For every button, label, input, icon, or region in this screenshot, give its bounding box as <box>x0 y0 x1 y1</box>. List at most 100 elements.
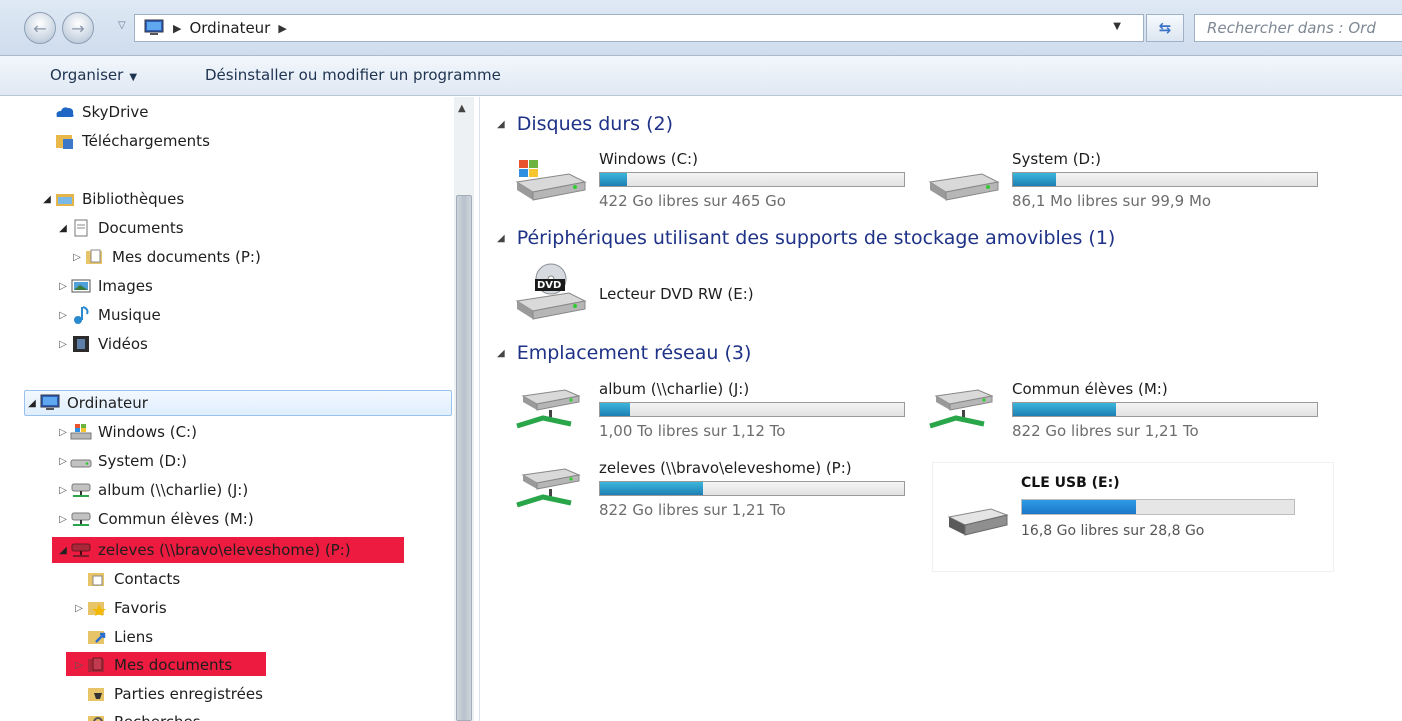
capacity-fill <box>1022 500 1137 514</box>
expand-closed-icon[interactable]: ▷ <box>56 456 70 467</box>
links-folder-icon <box>88 631 106 644</box>
expand-open-icon[interactable]: ◢ <box>25 398 39 409</box>
network-drive-icon <box>516 468 581 508</box>
drive-dvd-e[interactable]: DVD Lecteur DVD RW (E:) <box>513 263 893 325</box>
documents-folder-icon <box>88 657 104 672</box>
capacity-fill <box>1013 173 1056 186</box>
music-icon <box>74 306 89 324</box>
nav-item-album-j[interactable]: ▷ album (\\charlie) (J:) <box>56 477 248 503</box>
nav-item-images[interactable]: ▷ Images <box>56 273 153 299</box>
collapse-icon[interactable]: ◢ <box>497 233 505 244</box>
breadcrumb[interactable]: ▶ Ordinateur ▶ ▼ <box>134 14 1144 42</box>
hard-drive-icon <box>70 459 92 468</box>
breadcrumb-item-ordinateur[interactable]: Ordinateur <box>189 19 270 37</box>
forward-button[interactable]: → <box>62 12 94 44</box>
capacity-fill <box>600 403 631 416</box>
nav-item-videos[interactable]: ▷ Vidéos <box>56 331 148 357</box>
group-header-removable[interactable]: ◢ Périphériques utilisant des supports d… <box>497 227 1115 249</box>
nav-item-parties-enregistrees[interactable]: Parties enregistrées <box>72 681 263 707</box>
saved-games-folder-icon <box>88 688 104 701</box>
collapse-icon[interactable]: ◢ <box>497 348 505 359</box>
nav-label: Windows (C:) <box>98 423 197 441</box>
scroll-up-icon[interactable]: ▲ <box>458 103 466 114</box>
nav-item-commun-eleves-m[interactable]: ▷ Commun élèves (M:) <box>56 506 254 532</box>
nav-item-ordinateur[interactable]: ◢ Ordinateur <box>24 390 452 416</box>
expand-open-icon[interactable]: ◢ <box>56 545 70 556</box>
organize-label: Organiser <box>50 66 124 84</box>
nav-item-bibliotheques[interactable]: ◢ Bibliothèques <box>40 186 184 212</box>
capacity-bar <box>599 172 905 187</box>
nav-item-skydrive[interactable]: SkyDrive <box>54 99 149 125</box>
search-input[interactable]: Rechercher dans : Ord <box>1194 14 1402 42</box>
expand-closed-icon[interactable]: ▷ <box>72 603 86 614</box>
expand-closed-icon[interactable]: ▷ <box>70 252 84 263</box>
documents-icon <box>74 219 88 237</box>
nav-label: Commun élèves (M:) <box>98 510 254 528</box>
refresh-icon: ⇆ <box>1158 19 1172 37</box>
expand-closed-icon[interactable]: ▷ <box>56 427 70 438</box>
group-title: Disques durs (2) <box>516 113 674 135</box>
nav-item-musique[interactable]: ▷ Musique <box>56 302 161 328</box>
downloads-folder-icon <box>56 135 73 149</box>
nav-label: Liens <box>114 628 154 646</box>
drive-zeleves-p[interactable]: zeleves (\\bravo\eleveshome) (P:) 822 Go… <box>513 459 905 521</box>
address-bar: ← → ▽ ▶ Ordinateur ▶ ▼ ⇆ Rechercher dans… <box>0 0 1402 56</box>
expand-closed-icon[interactable]: ▷ <box>72 660 86 671</box>
nav-item-system-d[interactable]: ▷ System (D:) <box>56 448 187 474</box>
breadcrumb-separator-icon[interactable]: ▶ <box>278 22 286 35</box>
nav-label: System (D:) <box>98 452 188 470</box>
capacity-fill <box>1013 403 1117 416</box>
nav-scrollbar[interactable]: ▲ <box>454 97 474 721</box>
nav-item-favoris[interactable]: ▷ Favoris <box>72 595 167 621</box>
address-history-dropdown[interactable]: ▼ <box>1113 21 1121 32</box>
back-button[interactable]: ← <box>24 12 56 44</box>
nav-item-recherches[interactable]: Recherches <box>72 709 201 721</box>
expand-closed-icon[interactable]: ▷ <box>56 514 70 525</box>
drive-album-j[interactable]: album (\\charlie) (J:) 1,00 To libres su… <box>513 380 905 442</box>
group-header-hard-drives[interactable]: ◢ Disques durs (2) <box>497 113 673 135</box>
navigation-pane: SkyDrive Téléchargements ◢ Bibliothèques… <box>0 97 480 721</box>
drive-windows-c[interactable]: Windows (C:) 422 Go libres sur 465 Go <box>513 150 905 212</box>
windows-drive-icon <box>515 160 587 201</box>
refresh-button[interactable]: ⇆ <box>1146 14 1184 42</box>
collapse-icon[interactable]: ◢ <box>497 119 505 130</box>
drive-cle-usb-e[interactable]: CLE USB (E:) 16,8 Go libres sur 28,8 Go <box>933 463 1333 571</box>
expand-open-icon[interactable]: ◢ <box>56 223 70 234</box>
drive-name: Commun élèves (M:) <box>1012 380 1168 398</box>
nav-item-mes-documents-p[interactable]: ▷ Mes documents (P:) <box>70 244 261 270</box>
nav-item-liens[interactable]: Liens <box>72 624 153 650</box>
nav-label: SkyDrive <box>82 103 149 121</box>
expand-closed-icon[interactable]: ▷ <box>56 485 70 496</box>
expand-open-icon[interactable]: ◢ <box>40 194 54 205</box>
organize-button[interactable]: Organiser ▼ <box>50 66 137 84</box>
nav-item-documents[interactable]: ◢ Documents <box>56 215 183 241</box>
capacity-bar <box>1012 172 1318 187</box>
nav-label: Images <box>98 277 153 295</box>
expand-closed-icon[interactable]: ▷ <box>56 310 70 321</box>
free-space-text: 822 Go libres sur 1,21 To <box>599 501 786 519</box>
nav-item-contacts[interactable]: Contacts <box>72 566 180 592</box>
drive-name: Windows (C:) <box>599 150 698 168</box>
nav-item-telechargements[interactable]: Téléchargements <box>54 128 210 154</box>
drive-system-d[interactable]: System (D:) 86,1 Mo libres sur 99,9 Mo <box>926 150 1318 212</box>
drive-name: System (D:) <box>1012 150 1102 168</box>
capacity-fill <box>600 482 704 495</box>
nav-item-windows-c[interactable]: ▷ Windows (C:) <box>56 419 197 445</box>
forward-icon: → <box>71 18 85 38</box>
group-title: Périphériques utilisant des supports de … <box>516 227 1116 249</box>
uninstall-program-button[interactable]: Désinstaller ou modifier un programme <box>205 66 501 84</box>
group-header-network[interactable]: ◢ Emplacement réseau (3) <box>497 342 751 364</box>
scroll-thumb[interactable] <box>456 195 472 721</box>
recent-pages-dropdown[interactable]: ▽ <box>118 20 126 31</box>
nav-item-zeleves-p[interactable]: ◢ zeleves (\\bravo\eleveshome) (P:) <box>56 537 351 563</box>
capacity-fill <box>600 173 628 186</box>
images-icon <box>71 279 91 293</box>
expand-closed-icon[interactable]: ▷ <box>56 281 70 292</box>
free-space-text: 822 Go libres sur 1,21 To <box>1012 422 1199 440</box>
nav-item-mes-documents[interactable]: ▷ Mes documents <box>72 652 232 678</box>
drive-commun-eleves-m[interactable]: Commun élèves (M:) 822 Go libres sur 1,2… <box>926 380 1318 442</box>
library-icon <box>56 194 74 206</box>
nav-label: zeleves (\\bravo\eleveshome) (P:) <box>98 541 351 559</box>
expand-closed-icon[interactable]: ▷ <box>56 339 70 350</box>
documents-folder-icon <box>86 249 102 264</box>
